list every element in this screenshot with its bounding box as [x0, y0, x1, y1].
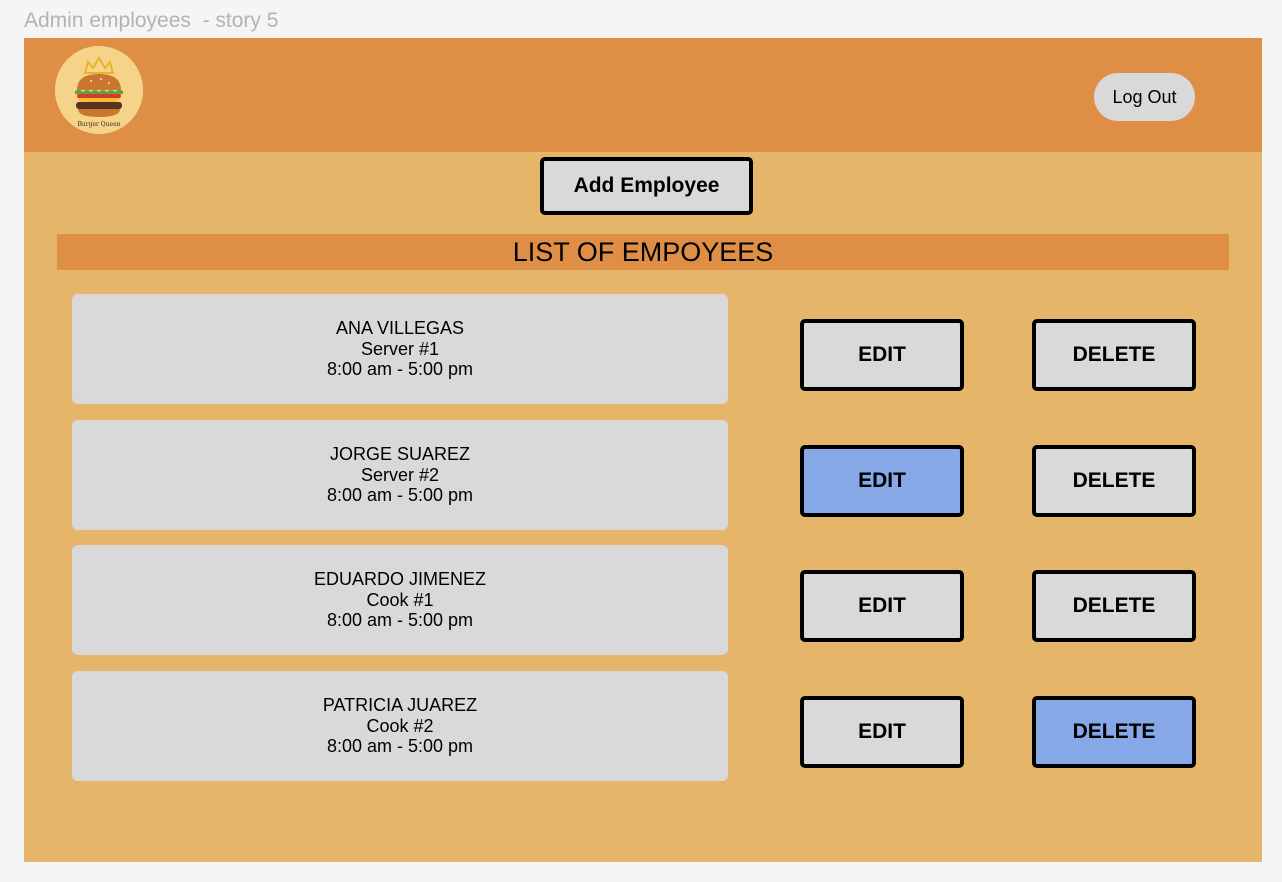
delete-button[interactable]: DELETE: [1032, 319, 1196, 391]
employee-role: Cook #2: [366, 715, 434, 736]
employee-shift: 8:00 am - 5:00 pm: [326, 610, 474, 631]
employee-role: Server #1: [360, 338, 440, 359]
employee-card: JORGE SUAREZ Server #2 8:00 am - 5:00 pm: [72, 420, 728, 530]
employee-role: Cook #1: [366, 589, 434, 610]
employee-shift: 8:00 am - 5:00 pm: [326, 736, 474, 757]
employee-role: Server #2: [360, 464, 440, 485]
edit-button[interactable]: EDIT: [800, 445, 964, 517]
delete-button[interactable]: DELETE: [1032, 445, 1196, 517]
employee-shift: 8:00 am - 5:00 pm: [326, 359, 474, 380]
svg-text:Burger Queen: Burger Queen: [77, 121, 120, 128]
employee-row: ANA VILLEGAS Server #1 8:00 am - 5:00 pm…: [24, 294, 1262, 404]
employee-name: EDUARDO JIMENEZ: [313, 569, 486, 590]
employee-card: ANA VILLEGAS Server #1 8:00 am - 5:00 pm: [72, 294, 728, 404]
burger-queen-logo: Burger Queen: [55, 46, 143, 134]
edit-button[interactable]: EDIT: [800, 570, 964, 642]
header-bar: Burger Queen Log Out: [24, 38, 1262, 152]
delete-button[interactable]: DELETE: [1032, 696, 1196, 768]
edit-button[interactable]: EDIT: [800, 319, 964, 391]
logout-button[interactable]: Log Out: [1094, 73, 1195, 121]
employee-name: PATRICIA JUAREZ: [322, 695, 478, 716]
employee-name: ANA VILLEGAS: [335, 318, 465, 339]
employee-row: EDUARDO JIMENEZ Cook #1 8:00 am - 5:00 p…: [24, 545, 1262, 655]
employee-card: PATRICIA JUAREZ Cook #2 8:00 am - 5:00 p…: [72, 671, 728, 781]
employee-card: EDUARDO JIMENEZ Cook #1 8:00 am - 5:00 p…: [72, 545, 728, 655]
delete-button[interactable]: DELETE: [1032, 570, 1196, 642]
employee-row: JORGE SUAREZ Server #2 8:00 am - 5:00 pm…: [24, 420, 1262, 530]
burger-logo-icon: Burger Queen: [55, 46, 143, 134]
add-employee-button[interactable]: Add Employee: [540, 157, 753, 215]
frame-label: Admin employees - story 5: [24, 9, 279, 32]
edit-button[interactable]: EDIT: [800, 696, 964, 768]
employee-shift: 8:00 am - 5:00 pm: [326, 485, 474, 506]
employee-name: JORGE SUAREZ: [329, 444, 471, 465]
list-title: LIST OF EMPOYEES: [57, 234, 1229, 270]
admin-employees-page: Burger Queen Log Out Add Employee LIST O…: [24, 38, 1262, 862]
employee-row: PATRICIA JUAREZ Cook #2 8:00 am - 5:00 p…: [24, 671, 1262, 781]
